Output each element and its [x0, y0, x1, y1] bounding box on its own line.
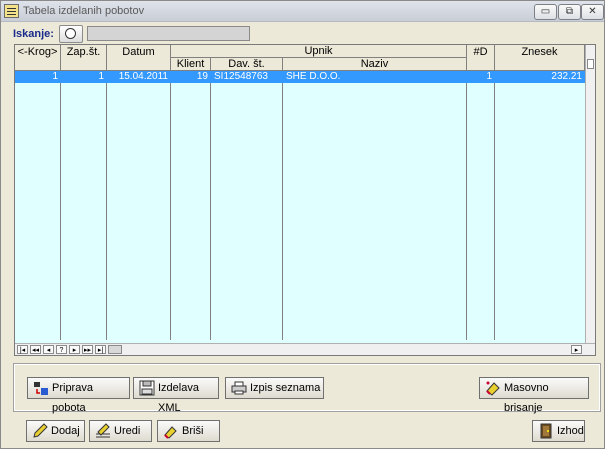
izpis-seznama-button[interactable]: Izpis seznama	[225, 377, 324, 399]
column-divider	[466, 70, 467, 340]
column-divider	[282, 70, 283, 340]
pencil-icon	[33, 423, 48, 438]
column-divider	[210, 70, 211, 340]
column-divider	[60, 70, 61, 340]
next-record-button[interactable]: ▸	[69, 345, 80, 354]
horizontal-scroll-thumb[interactable]	[108, 345, 122, 354]
close-button[interactable]: ✕	[581, 4, 604, 20]
transfer-icon	[34, 382, 48, 395]
cell-naziv: SHE D.O.O.	[286, 71, 341, 82]
next-page-button[interactable]: ▸▸	[82, 345, 93, 354]
search-icon	[65, 28, 76, 39]
search-options-button[interactable]	[59, 25, 83, 43]
cell-klient: 19	[196, 71, 208, 82]
delete-icon	[164, 426, 177, 439]
window-title: Tabela izdelanih pobotov	[23, 5, 145, 17]
izhod-label: Izhod	[557, 425, 584, 437]
col-header-krog[interactable]: <-Krog>	[15, 45, 61, 71]
column-divider	[494, 70, 495, 340]
col-header-znesek[interactable]: Znesek	[495, 45, 585, 71]
previous-page-button[interactable]: ◂◂	[30, 345, 41, 354]
printer-icon	[231, 381, 247, 395]
cell-krog: 1	[52, 71, 58, 82]
izpis-seznama-label: Izpis seznama	[250, 382, 321, 394]
scroll-right-button[interactable]: ▸	[571, 345, 582, 354]
column-divider	[106, 70, 107, 340]
brisi-label: Briši	[182, 425, 204, 437]
izhod-button[interactable]: Izhod	[532, 420, 585, 442]
eraser-icon	[486, 381, 500, 396]
find-record-button[interactable]: ?	[56, 345, 67, 354]
cell-nd: 1	[486, 71, 492, 82]
cell-znesek: 232.21	[551, 71, 582, 82]
column-divider	[170, 70, 171, 340]
brisi-button[interactable]: Briši	[157, 420, 220, 442]
col-header-upnik[interactable]: Upnik	[171, 45, 467, 58]
col-header-datum[interactable]: Datum	[107, 45, 171, 71]
table-row[interactable]: 1 1 15.04.2011 19 SI12548763 SHE D.O.O. …	[15, 71, 585, 83]
dodaj-button[interactable]: Dodaj	[26, 420, 85, 442]
scroll-thumb[interactable]	[587, 59, 594, 69]
col-header-davst[interactable]: Dav. št.	[211, 58, 283, 71]
col-header-zap[interactable]: Zap.št.	[61, 45, 107, 71]
actions-panel: Priprava pobota Izdelava XML Izpis sezna…	[13, 363, 601, 414]
col-header-klient[interactable]: Klient	[171, 58, 211, 71]
dodaj-label: Dodaj	[51, 425, 80, 437]
window: Tabela izdelanih pobotov ▭ ⧉ ✕ Iskanje: …	[0, 0, 605, 449]
uredi-label: Uredi	[114, 425, 141, 437]
navigation-bar: |◂ ◂◂ ◂ ? ▸ ▸▸ ▸| ▸	[15, 343, 595, 355]
uredi-button[interactable]: Uredi	[89, 420, 152, 442]
search-label: Iskanje:	[13, 28, 54, 40]
izdelava-xml-label: Izdelava XML	[158, 382, 199, 414]
cell-datum: 15.04.2011	[118, 71, 168, 82]
cell-davst: SI12548763	[214, 71, 268, 82]
minimize-button[interactable]: ▭	[534, 4, 557, 20]
search-input[interactable]	[87, 26, 250, 41]
first-record-button[interactable]: |◂	[17, 345, 28, 354]
exit-door-icon	[540, 423, 552, 439]
vertical-scrollbar[interactable]	[585, 45, 595, 343]
priprava-pobota-label: Priprava pobota	[52, 382, 93, 414]
col-header-naziv[interactable]: Naziv	[283, 58, 467, 71]
priprava-pobota-button[interactable]: Priprava pobota	[27, 377, 130, 414]
floppy-disk-icon	[139, 380, 155, 396]
masovno-brisanje-button[interactable]: Masovno brisanje	[479, 377, 589, 414]
edit-lines-icon	[96, 423, 110, 438]
restore-button[interactable]: ⧉	[558, 4, 581, 20]
pobot-table[interactable]: <-Krog> Zap.št. Datum Upnik Klient Dav. …	[14, 44, 596, 356]
previous-record-button[interactable]: ◂	[43, 345, 54, 354]
col-header-nd[interactable]: #D	[467, 45, 495, 71]
masovno-brisanje-label: Masovno brisanje	[504, 382, 549, 414]
cell-zap: 1	[98, 71, 104, 82]
izdelava-xml-button[interactable]: Izdelava XML	[133, 377, 219, 414]
title-bar[interactable]: Tabela izdelanih pobotov ▭ ⧉ ✕	[1, 1, 604, 22]
app-table-icon	[4, 4, 19, 18]
last-record-button[interactable]: ▸|	[95, 345, 106, 354]
